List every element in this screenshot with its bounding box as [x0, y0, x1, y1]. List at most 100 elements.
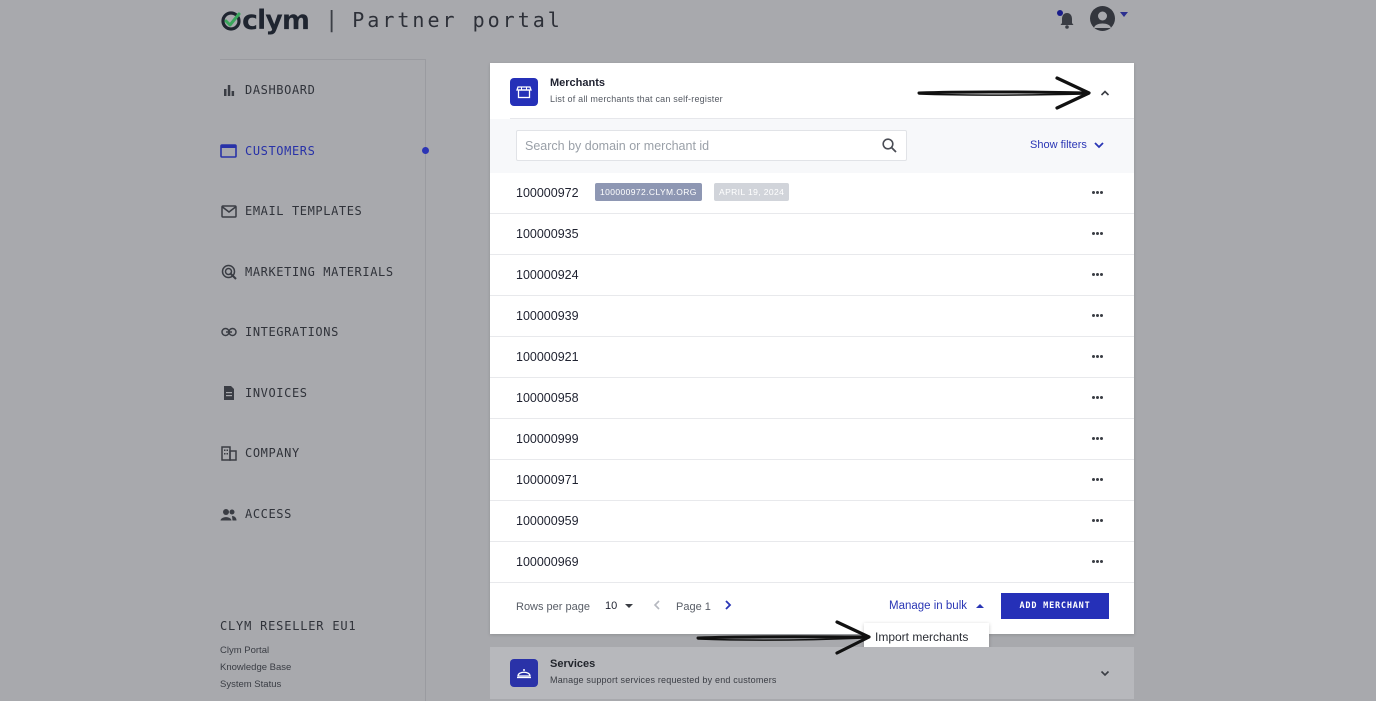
table-row[interactable]: 100000972 100000972.CLYM.ORG APRIL 19, 2…	[490, 173, 1134, 214]
sidebar-divider	[425, 60, 426, 701]
reseller-name: CLYM RESELLER EU1	[220, 619, 357, 633]
merchant-id: 100000939	[516, 309, 579, 323]
sidebar-item-label: MARKETING MATERIALS	[245, 265, 394, 279]
envelope-icon	[220, 203, 237, 220]
merchant-id: 100000935	[516, 227, 579, 241]
merchant-id: 100000999	[516, 432, 579, 446]
services-title: Services	[550, 658, 596, 670]
table-row[interactable]: 100000921	[490, 337, 1134, 378]
user-avatar[interactable]	[1090, 6, 1115, 31]
chevron-left-icon[interactable]	[652, 599, 662, 611]
table-row[interactable]: 100000935	[490, 214, 1134, 255]
chevron-down-icon[interactable]	[1099, 667, 1111, 679]
sidebar-item-marketing-materials[interactable]: MARKETING MATERIALS	[220, 262, 394, 282]
portal-title: Partner portal	[352, 8, 563, 32]
sidebar-item-customers[interactable]: CUSTOMERS	[220, 141, 315, 161]
clym-logo-icon	[221, 11, 241, 31]
annotation-arrow-icon	[917, 76, 1091, 110]
footer-link-system-status[interactable]: System Status	[220, 679, 281, 690]
more-options-icon[interactable]	[1092, 437, 1103, 440]
search-input[interactable]	[525, 137, 865, 155]
search-box[interactable]	[516, 130, 907, 161]
merchant-id: 100000959	[516, 514, 579, 528]
table-row[interactable]: 100000959	[490, 501, 1134, 542]
rows-per-page-label: Rows per page	[516, 601, 590, 613]
manage-in-bulk-label: Manage in bulk	[889, 600, 967, 612]
table-row[interactable]: 100000999	[490, 419, 1134, 460]
show-filters-button[interactable]: Show filters	[1030, 139, 1105, 151]
more-options-icon[interactable]	[1092, 519, 1103, 522]
bar-chart-icon	[220, 82, 237, 99]
merchant-id: 100000969	[516, 555, 579, 569]
sidebar-item-email-templates[interactable]: EMAIL TEMPLATES	[220, 201, 362, 221]
concierge-bell-icon	[510, 659, 538, 687]
page-indicator: Page 1	[676, 601, 711, 613]
bulk-actions-menu: Import merchants	[864, 623, 989, 650]
sidebar-item-label: COMPANY	[245, 446, 300, 460]
document-icon	[220, 385, 237, 402]
chevron-up-icon[interactable]	[1099, 87, 1111, 99]
chevron-right-icon[interactable]	[723, 599, 733, 611]
table-row[interactable]: 100000958	[490, 378, 1134, 419]
footer-link-clym-portal[interactable]: Clym Portal	[220, 645, 269, 656]
add-merchant-button[interactable]: ADD MERCHANT	[1001, 593, 1109, 619]
date-badge: APRIL 19, 2024	[714, 183, 790, 201]
link-icon	[220, 324, 237, 341]
more-options-icon[interactable]	[1092, 191, 1103, 194]
table-row[interactable]: 100000924	[490, 255, 1134, 296]
merchant-id: 100000924	[516, 268, 579, 282]
active-indicator	[422, 147, 429, 154]
caret-down-icon[interactable]	[1120, 12, 1128, 17]
merchant-id: 100000921	[516, 350, 579, 364]
caret-down-icon	[625, 604, 634, 608]
brand-separator: |	[325, 7, 339, 33]
table-row[interactable]: 100000971	[490, 460, 1134, 501]
store-icon	[510, 78, 538, 106]
more-options-icon[interactable]	[1092, 478, 1103, 481]
caret-up-icon	[976, 604, 984, 608]
merchant-id: 100000958	[516, 391, 579, 405]
more-options-icon[interactable]	[1092, 273, 1103, 276]
more-options-icon[interactable]	[1092, 396, 1103, 399]
sidebar-item-access[interactable]: ACCESS	[220, 504, 292, 524]
people-icon	[220, 506, 237, 523]
browser-window-icon	[220, 143, 237, 160]
search-icon[interactable]	[882, 138, 897, 153]
more-options-icon[interactable]	[1092, 232, 1103, 235]
sidebar-item-dashboard[interactable]: DASHBOARD	[220, 80, 315, 100]
chevron-down-icon	[1094, 142, 1104, 149]
footer-link-knowledge-base[interactable]: Knowledge Base	[220, 662, 291, 673]
rows-per-page-value: 10	[605, 600, 618, 612]
merchants-card: Merchants List of all merchants that can…	[490, 63, 1134, 634]
brand: clym | Partner portal	[220, 4, 563, 36]
logo-wordmark: clym	[242, 4, 310, 36]
services-subtitle: Manage support services requested by end…	[550, 675, 777, 685]
sidebar-item-label: INVOICES	[245, 386, 308, 400]
merchant-id: 100000972	[516, 186, 579, 200]
notification-dot	[1057, 10, 1063, 16]
sidebar-item-company[interactable]: COMPANY	[220, 443, 300, 463]
rows-per-page-select[interactable]: 10	[605, 600, 634, 612]
user-icon	[1094, 11, 1111, 28]
annotation-arrow-icon	[696, 620, 871, 655]
more-options-icon[interactable]	[1092, 355, 1103, 358]
sidebar-item-label: ACCESS	[245, 507, 292, 521]
more-options-icon[interactable]	[1092, 560, 1103, 563]
sidebar-item-integrations[interactable]: INTEGRATIONS	[220, 322, 339, 342]
manage-in-bulk-button[interactable]: Manage in bulk	[889, 600, 985, 612]
target-icon	[220, 264, 237, 281]
merchant-id: 100000971	[516, 473, 579, 487]
domain-badge: 100000972.CLYM.ORG	[595, 183, 702, 201]
sidebar-item-label: DASHBOARD	[245, 83, 316, 97]
sidebar-item-invoices[interactable]: INVOICES	[220, 383, 308, 403]
building-icon	[220, 445, 237, 462]
table-row[interactable]: 100000969	[490, 542, 1134, 583]
sidebar-item-label: CUSTOMERS	[245, 144, 316, 158]
show-filters-label: Show filters	[1030, 139, 1087, 151]
merchants-title: Merchants	[550, 77, 606, 89]
merchants-subtitle: List of all merchants that can self-regi…	[550, 94, 723, 104]
import-merchants-menu-item[interactable]: Import merchants	[875, 630, 968, 644]
more-options-icon[interactable]	[1092, 314, 1103, 317]
sidebar-item-label: INTEGRATIONS	[245, 325, 339, 339]
table-row[interactable]: 100000939	[490, 296, 1134, 337]
